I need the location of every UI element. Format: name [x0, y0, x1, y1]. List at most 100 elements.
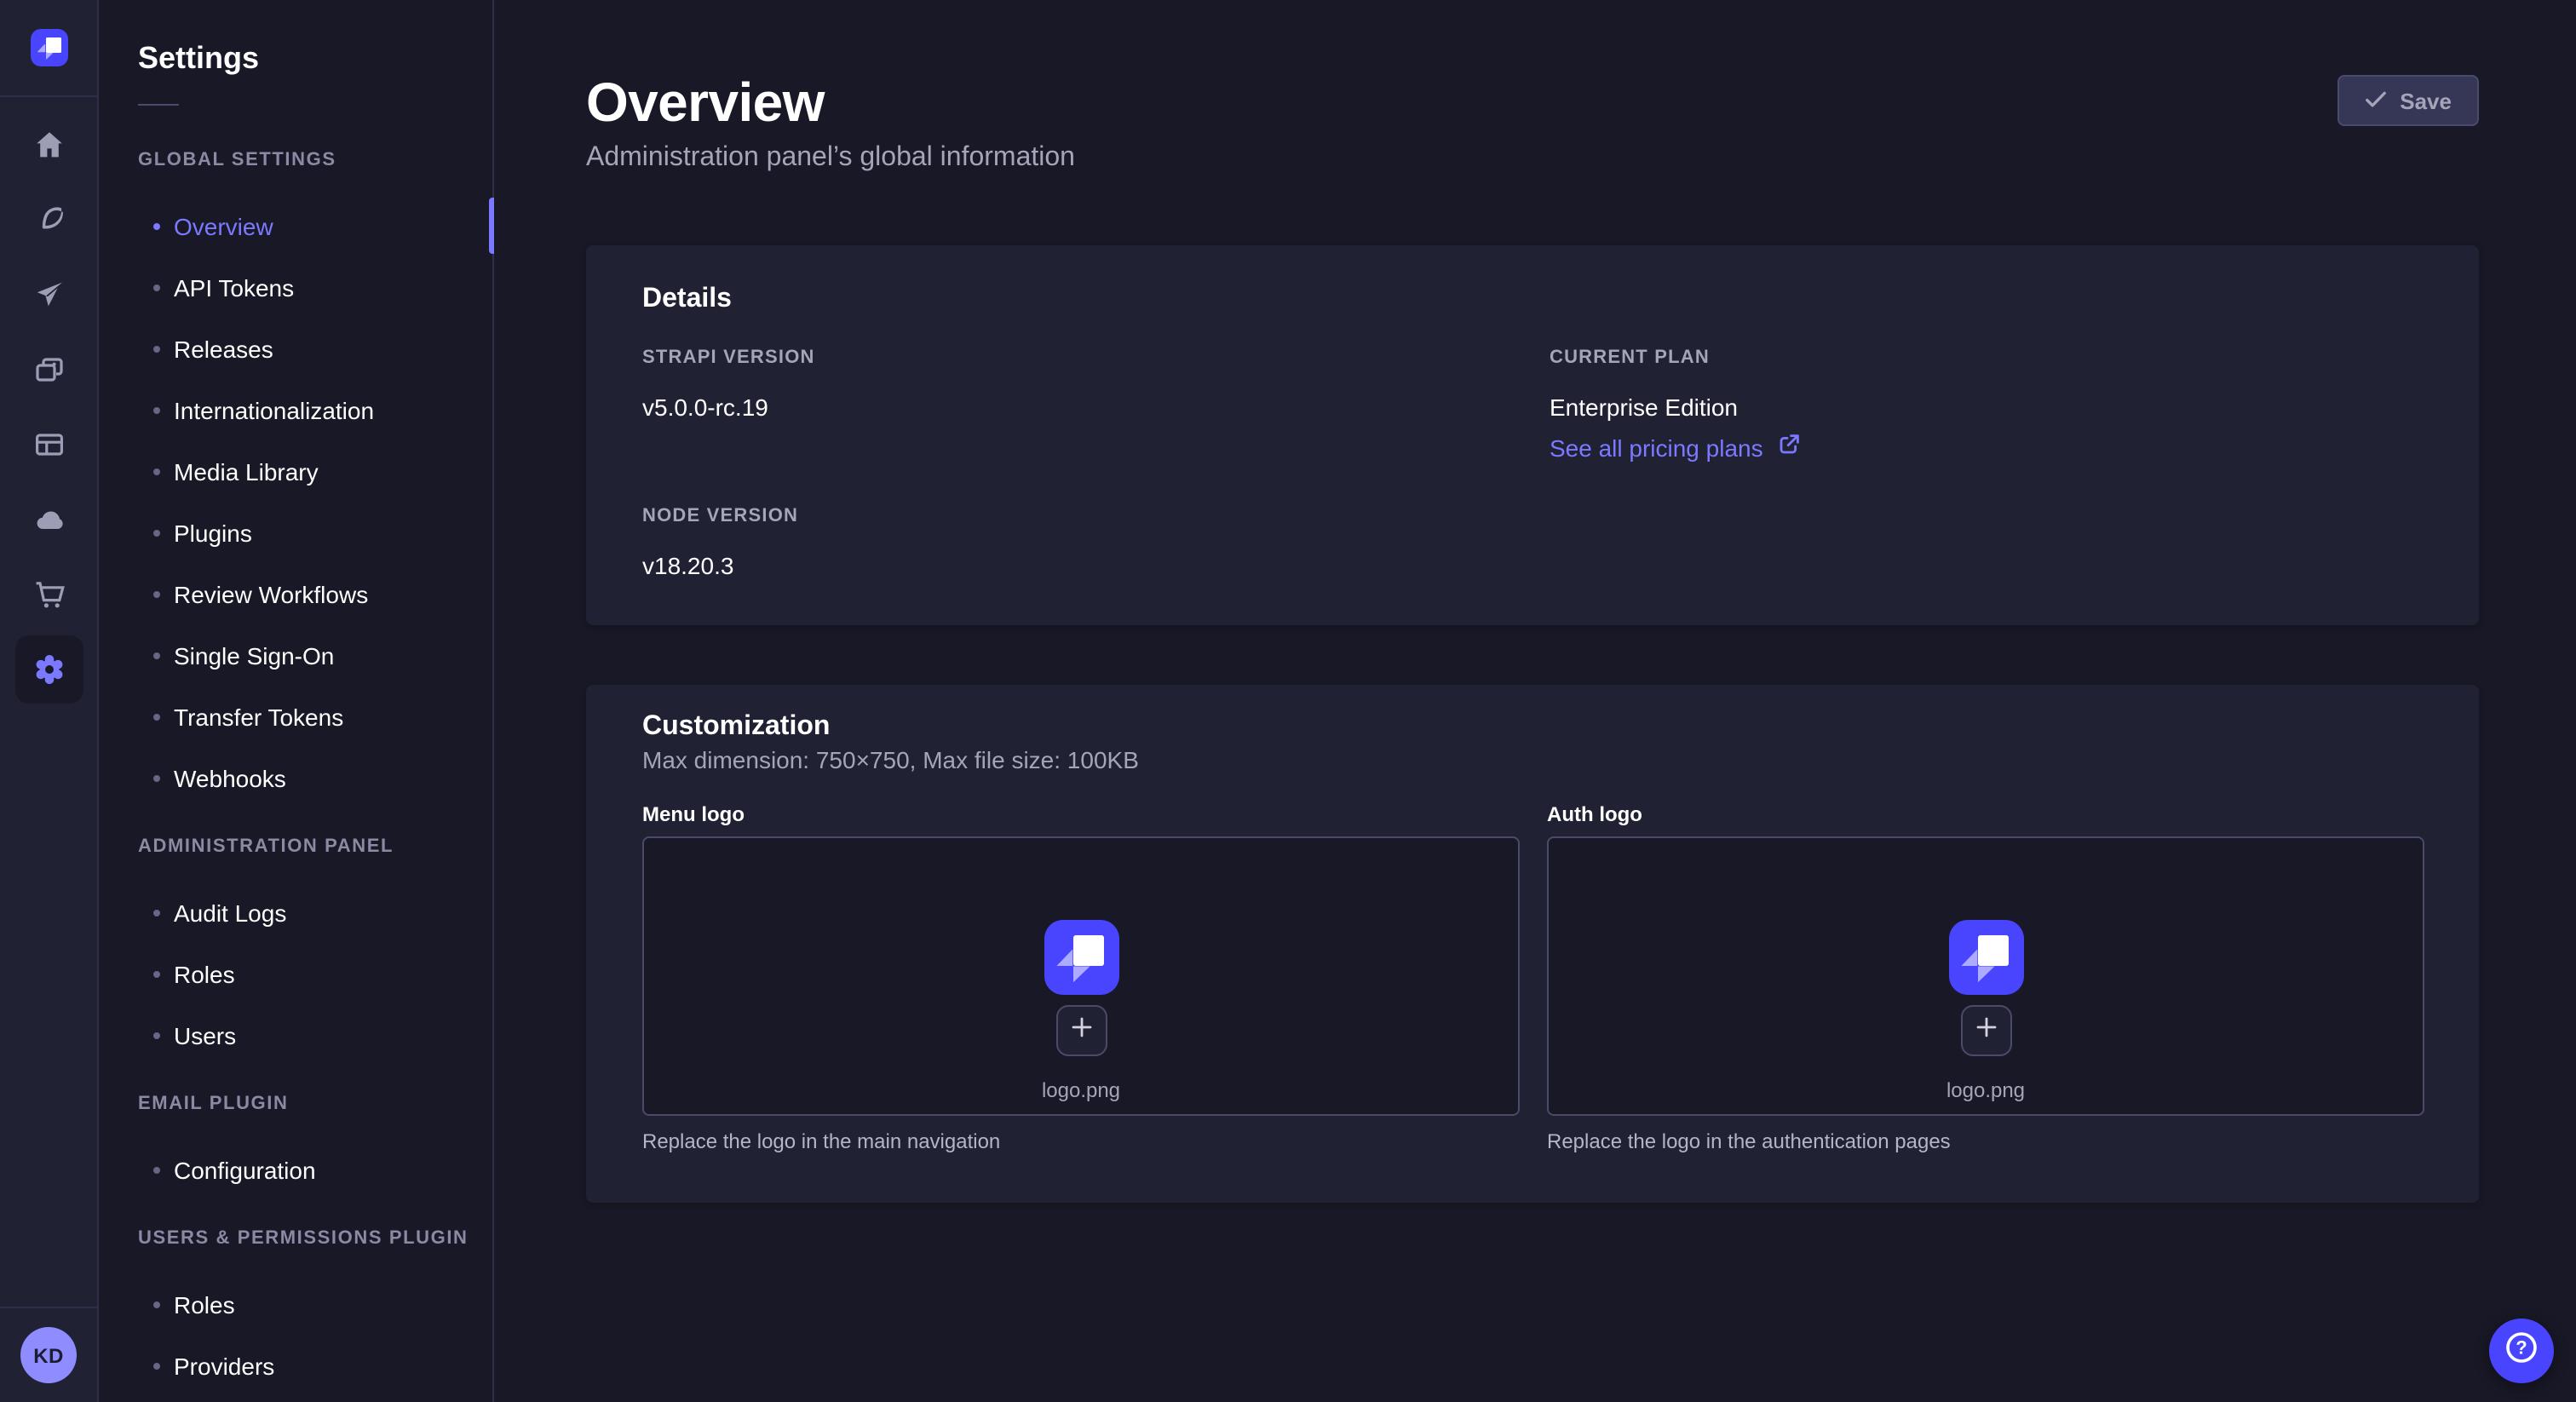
sidebar-item-releases[interactable]: Releases	[99, 319, 492, 380]
customization-card-subtitle: Max dimension: 750×750, Max file size: 1…	[642, 746, 2424, 775]
nav-releases-button[interactable]	[15, 411, 83, 479]
node-version-value: v18.20.3	[642, 550, 1515, 581]
strapi-logo-icon	[31, 29, 68, 66]
details-card-title: Details	[642, 283, 2423, 317]
bullet-dot	[153, 910, 160, 916]
sidebar-item-review-workflows[interactable]: Review Workflows	[99, 564, 492, 625]
bullet-dot	[153, 1032, 160, 1039]
user-avatar[interactable]: KD	[20, 1327, 77, 1383]
page-subtitle: Administration panel’s global informatio…	[586, 140, 2479, 177]
bullet-dot	[153, 971, 160, 978]
nav-media-library-button[interactable]	[15, 336, 83, 404]
bullet-dot	[153, 468, 160, 475]
layout-card-icon	[32, 428, 66, 462]
sidebar-item-media-library[interactable]: Media Library	[99, 441, 492, 503]
auth-logo-field: Auth logo logo.png Replace the logo in t…	[1547, 802, 2424, 1155]
strapi-admin-app: KD Settings GLOBAL SETTINGS Overview API…	[0, 0, 2576, 1402]
node-version-label: NODE VERSION	[642, 506, 1515, 528]
menu-logo-filename: logo.png	[1042, 1078, 1120, 1102]
bullet-dot	[153, 591, 160, 598]
sidebar-item-single-sign-on[interactable]: Single Sign-On	[99, 625, 492, 687]
bullet-dot	[153, 1363, 160, 1370]
strapi-version-label: STRAPI VERSION	[642, 348, 1515, 370]
section-administration-panel: ADMINISTRATION PANEL	[138, 836, 492, 859]
shopping-cart-icon	[32, 577, 66, 612]
pricing-plans-link[interactable]: See all pricing plans	[1550, 433, 1801, 463]
add-logo-button[interactable]	[1055, 1005, 1107, 1056]
auth-logo-caption: Replace the logo in the authentication p…	[1547, 1129, 2424, 1155]
bullet-dot	[153, 775, 160, 782]
menu-logo-dropzone[interactable]: logo.png	[642, 836, 1520, 1116]
home-icon	[32, 128, 66, 162]
bullet-dot	[153, 530, 160, 537]
current-plan-value: Enterprise Edition	[1550, 392, 2423, 422]
add-logo-button[interactable]	[1960, 1005, 2011, 1056]
nav-content-manager-button[interactable]	[15, 186, 83, 254]
settings-subnav: Settings GLOBAL SETTINGS Overview API To…	[99, 0, 494, 1402]
check-icon	[2364, 88, 2386, 113]
sidebar-item-internationalization[interactable]: Internationalization	[99, 380, 492, 441]
current-plan-field: CURRENT PLAN Enterprise Edition See all …	[1550, 348, 2423, 465]
section-email-plugin: EMAIL PLUGIN	[138, 1094, 492, 1116]
customization-card: Customization Max dimension: 750×750, Ma…	[586, 685, 2479, 1203]
svg-text:?: ?	[2516, 1336, 2527, 1358]
nav-settings-button[interactable]	[15, 635, 83, 704]
plus-icon	[1069, 1014, 1093, 1047]
pictures-icon	[32, 353, 66, 387]
customization-card-title: Customization	[642, 710, 2424, 744]
sidebar-item-api-tokens[interactable]: API Tokens	[99, 257, 492, 319]
nav-content-type-builder-button[interactable]	[15, 261, 83, 329]
bullet-dot	[153, 346, 160, 353]
sidebar-item-email-configuration[interactable]: Configuration	[99, 1140, 492, 1201]
strapi-logo[interactable]	[31, 29, 68, 66]
bullet-dot	[153, 284, 160, 291]
nav-marketplace-button[interactable]	[15, 560, 83, 629]
menu-logo-label: Menu logo	[642, 802, 1520, 826]
rail-divider	[0, 1307, 99, 1308]
subnav-title-rule	[138, 104, 179, 106]
sidebar-item-admin-users[interactable]: Users	[99, 1005, 492, 1066]
subnav-title: Settings	[99, 0, 492, 77]
paper-plane-icon	[32, 278, 66, 312]
nav-deploy-button[interactable]	[15, 486, 83, 554]
strapi-version-value: v5.0.0-rc.19	[642, 392, 1515, 422]
main-nav-rail: KD	[0, 0, 99, 1402]
section-users-permissions-plugin: USERS & PERMISSIONS PLUGIN	[138, 1228, 492, 1250]
sidebar-item-up-providers[interactable]: Providers	[99, 1336, 492, 1397]
rail-divider	[0, 95, 99, 97]
sidebar-item-webhooks[interactable]: Webhooks	[99, 748, 492, 809]
sidebar-item-audit-logs[interactable]: Audit Logs	[99, 882, 492, 944]
auth-logo-dropzone[interactable]: logo.png	[1547, 836, 2424, 1116]
bullet-dot	[153, 223, 160, 230]
sidebar-item-up-roles[interactable]: Roles	[99, 1274, 492, 1336]
auth-logo-preview	[1948, 920, 2023, 995]
sidebar-item-transfer-tokens[interactable]: Transfer Tokens	[99, 687, 492, 748]
cloud-icon	[32, 503, 66, 537]
auth-logo-filename: logo.png	[1946, 1078, 2025, 1102]
external-link-icon	[1777, 433, 1801, 463]
page-title: Overview	[586, 68, 2479, 136]
plus-icon	[1974, 1014, 1998, 1047]
auth-logo-label: Auth logo	[1547, 802, 2424, 826]
question-mark-icon: ?	[2503, 1328, 2540, 1374]
section-global-settings: GLOBAL SETTINGS	[138, 150, 492, 172]
feather-icon	[32, 203, 66, 237]
sidebar-item-plugins[interactable]: Plugins	[99, 503, 492, 564]
strapi-version-field: STRAPI VERSION v5.0.0-rc.19	[642, 348, 1515, 465]
bullet-dot	[153, 652, 160, 659]
sidebar-item-admin-roles[interactable]: Roles	[99, 944, 492, 1005]
menu-logo-caption: Replace the logo in the main navigation	[642, 1129, 1520, 1155]
main-content: Overview Administration panel’s global i…	[494, 0, 2576, 1402]
current-plan-label: CURRENT PLAN	[1550, 348, 2423, 370]
strapi-logo-icon	[1044, 920, 1118, 995]
nav-home-button[interactable]	[15, 111, 83, 179]
strapi-logo-icon	[1948, 920, 2023, 995]
sidebar-item-overview[interactable]: Overview	[99, 196, 492, 257]
save-button[interactable]: Save	[2337, 75, 2479, 126]
help-button[interactable]: ?	[2489, 1319, 2554, 1383]
bullet-dot	[153, 714, 160, 721]
menu-logo-field: Menu logo logo.png Replace the logo in t…	[642, 802, 1520, 1155]
node-version-field: NODE VERSION v18.20.3	[642, 506, 1515, 581]
details-card: Details STRAPI VERSION v5.0.0-rc.19 CURR…	[586, 245, 2479, 625]
bullet-dot	[153, 1301, 160, 1308]
